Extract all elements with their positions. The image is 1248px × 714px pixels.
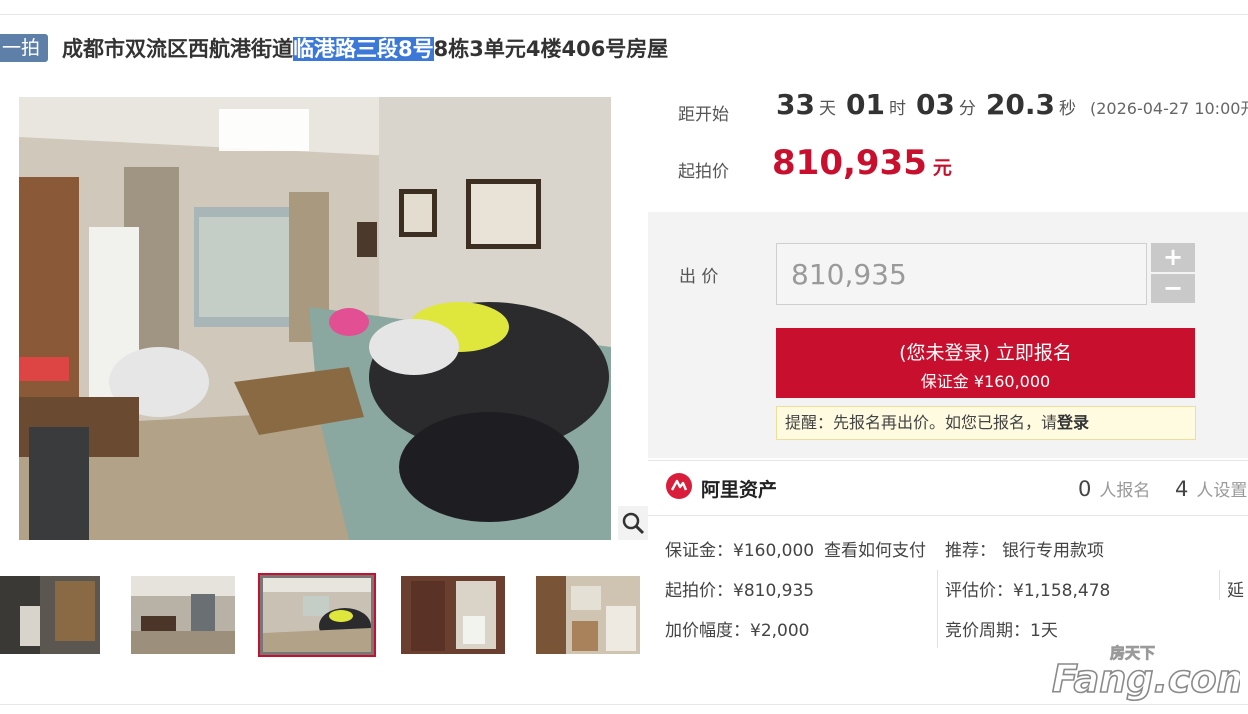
magnifier-icon <box>622 512 645 535</box>
room-photo-image <box>19 97 611 540</box>
signup-count-label: 人报名 <box>1099 481 1151 501</box>
bid-amount-input[interactable] <box>776 243 1147 305</box>
auction-round-badge: 一拍 <box>0 34 49 62</box>
hours-unit: 时 <box>888 99 906 119</box>
thumbnail-2[interactable] <box>131 576 235 654</box>
bottom-divider <box>0 704 1248 705</box>
title-selected-text[interactable]: 临港路三段8号 <box>293 37 434 61</box>
countdown-seconds: 20.3 <box>985 88 1055 121</box>
signup-count-value: 0 <box>1078 477 1092 501</box>
minutes-unit: 分 <box>958 99 976 119</box>
reminder-text: 提醒：先报名再出价。如您已报名，请 <box>785 413 1058 432</box>
increment-info: 加价幅度：¥2,000 <box>665 621 810 641</box>
ali-assets-logo-icon <box>666 473 692 499</box>
how-to-pay-link[interactable]: 查看如何支付 <box>824 536 926 561</box>
increase-bid-button[interactable]: + <box>1151 243 1195 272</box>
thumbnail-3-active[interactable] <box>258 573 376 657</box>
thumbnail-image <box>536 576 640 654</box>
thumbnail-4[interactable] <box>401 576 505 654</box>
platform-name: 阿里资产 <box>701 479 778 501</box>
reminder-count-label: 人设置 <box>1196 481 1248 501</box>
seconds-unit: 秒 <box>1059 99 1076 119</box>
column-divider <box>937 570 938 648</box>
bid-label: 出 价 <box>679 267 719 287</box>
page-title: 成都市双流区西航港街道临港路三段8号8栋3单元4楼406号房屋 <box>62 33 668 63</box>
bank-payment-link[interactable]: 银行专用款项 <box>1002 536 1104 561</box>
decrease-bid-button[interactable]: − <box>1151 274 1195 303</box>
thumbnail-image <box>131 576 235 654</box>
days-unit: 天 <box>818 99 836 119</box>
recommend-label: 推荐： <box>945 541 996 561</box>
bidding-cycle-info: 竞价周期：1天 <box>945 621 1058 641</box>
open-time: (2026-04-27 10:00开拍 <box>1090 99 1248 118</box>
countdown-label: 距开始 <box>678 105 729 125</box>
auction-page: 一拍 成都市双流区西航港街道临港路三段8号8栋3单元4楼406号房屋 距开始 3… <box>0 0 1248 714</box>
fang-watermark-logo: 房天下 Fang.com <box>1051 644 1240 702</box>
column-divider <box>1219 570 1220 600</box>
reminder-notice: 提醒：先报名再出价。如您已报名，请登录 <box>776 406 1196 440</box>
start-price-value: 810,935 <box>772 143 927 183</box>
start-price-unit: 元 <box>932 157 952 179</box>
thumbnail-5[interactable] <box>536 576 640 654</box>
thumbnail-image <box>401 576 505 654</box>
watermark-main-text: Fang.com <box>1052 657 1240 701</box>
login-link[interactable]: 登录 <box>1057 413 1089 432</box>
thumbnail-image <box>0 576 100 654</box>
countdown-days: 33 <box>776 88 815 121</box>
title-suffix: 8栋3单元4楼406号房屋 <box>433 37 669 61</box>
reminder-count-value: 4 <box>1175 477 1189 501</box>
start-price-info: 起拍价：¥810,935 <box>665 581 815 601</box>
start-price: 810,935 元 <box>772 143 952 183</box>
countdown-minutes: 03 <box>915 88 955 121</box>
deposit-amount-label: 保证金 ¥160,000 <box>920 372 1051 391</box>
countdown-hours: 01 <box>845 88 885 121</box>
delay-info-truncated: 延 <box>1227 581 1244 601</box>
thumbnail-1[interactable] <box>0 576 100 654</box>
title-row: 一拍 成都市双流区西航港街道临港路三段8号8栋3单元4楼406号房屋 <box>0 32 668 64</box>
register-button-label: (您未登录) 立即报名 <box>899 342 1072 364</box>
deposit-info: 保证金：¥160,000 <box>665 541 815 561</box>
countdown-timer: 33天 01时 03分 20.3秒 (2026-04-27 10:00开拍 <box>776 88 1248 121</box>
signup-count: 0 人报名 <box>1078 476 1150 501</box>
thumbnail-image <box>263 578 371 652</box>
title-prefix: 成都市双流区西航港街道 <box>62 37 294 61</box>
appraisal-info: 评估价：¥1,158,478 <box>945 581 1111 601</box>
top-divider <box>0 14 1248 15</box>
main-photo[interactable] <box>19 97 611 540</box>
zoom-button[interactable] <box>618 506 648 540</box>
register-now-button[interactable]: (您未登录) 立即报名 保证金 ¥160,000 <box>776 328 1195 398</box>
start-price-label: 起拍价 <box>678 162 729 182</box>
reminder-count: 4 人设置 <box>1175 476 1247 501</box>
